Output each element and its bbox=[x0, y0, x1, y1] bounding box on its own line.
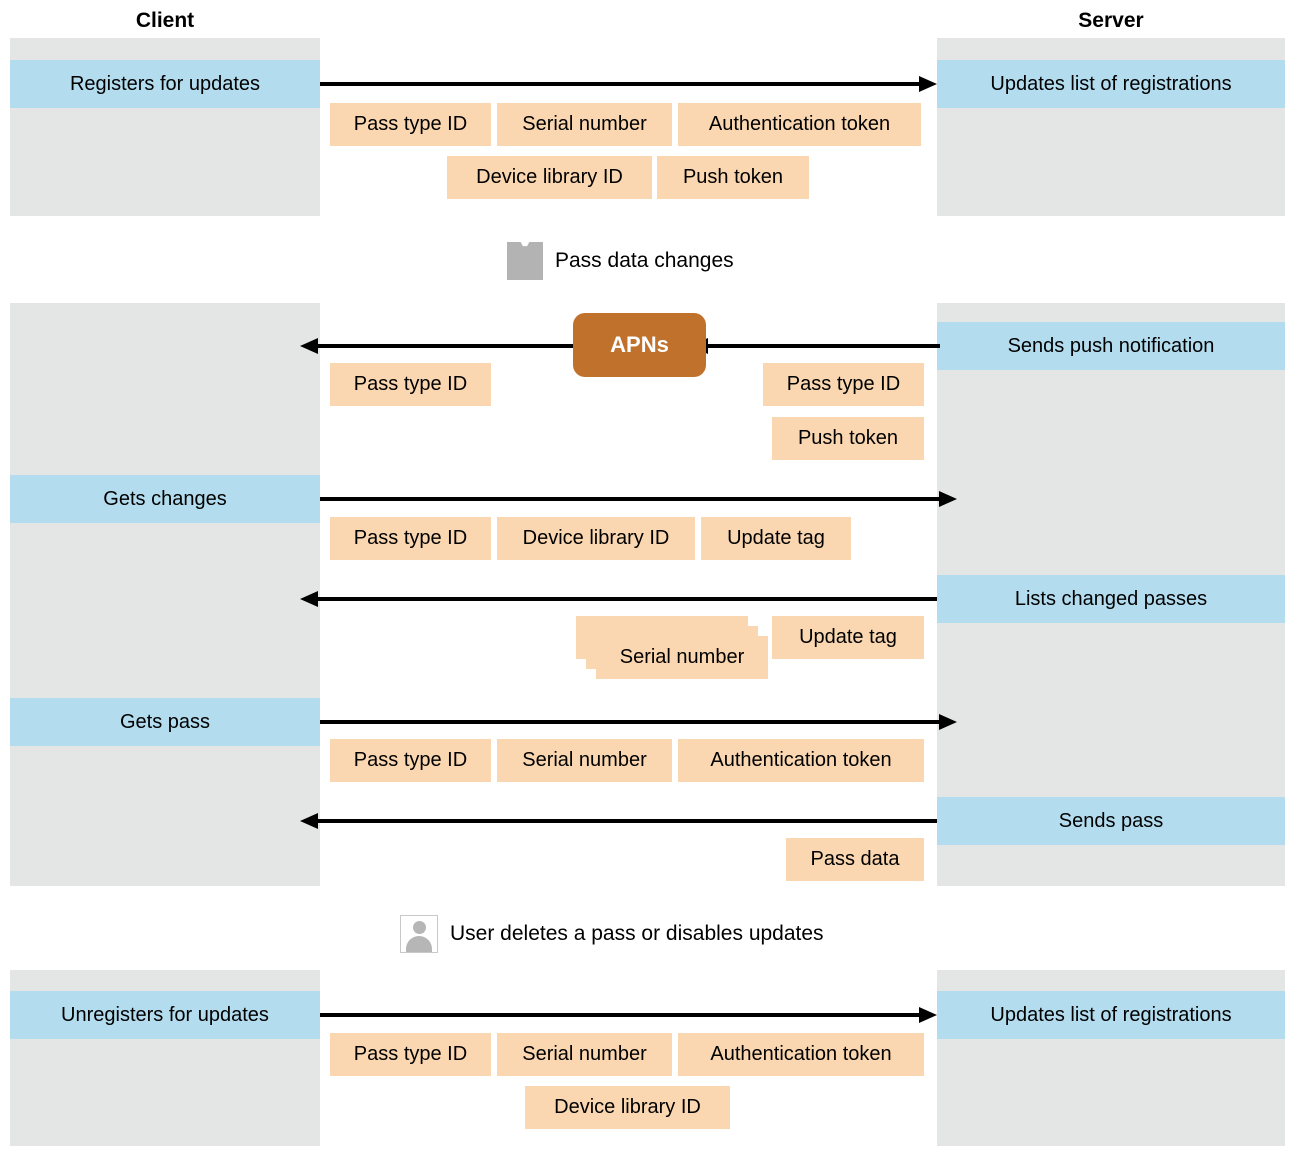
user-icon bbox=[400, 915, 438, 953]
payload-tag: Serial number bbox=[497, 103, 672, 146]
client-action-unregisters-for-updates: Unregisters for updates bbox=[10, 991, 320, 1039]
apns-node: APNs bbox=[573, 313, 706, 377]
payload-tag: Pass data bbox=[786, 838, 924, 881]
payload-tag: Update tag bbox=[772, 616, 924, 659]
payload-tag: Authentication token bbox=[678, 103, 921, 146]
payload-tag: Authentication token bbox=[678, 739, 924, 782]
event-label: User deletes a pass or disables updates bbox=[450, 922, 824, 945]
event-label: Pass data changes bbox=[555, 249, 734, 272]
server-action-sends-push-notification: Sends push notification bbox=[937, 322, 1285, 370]
server-action-updates-list-of-registrations: Updates list of registrations bbox=[937, 60, 1285, 108]
server-action-lists-changed-passes: Lists changed passes bbox=[937, 575, 1285, 623]
payload-tag: Device library ID bbox=[447, 156, 652, 199]
payload-tag: Device library ID bbox=[525, 1086, 730, 1129]
arrow-server-to-apns bbox=[690, 336, 940, 356]
server-column-title: Server bbox=[1078, 9, 1144, 32]
arrow-send-pass-response bbox=[300, 811, 937, 831]
client-column-title: Client bbox=[135, 9, 195, 32]
pass-icon bbox=[507, 242, 543, 280]
payload-tag: Push token bbox=[772, 417, 924, 460]
sequence-diagram: Client Server Registers for updates Upda… bbox=[0, 0, 1299, 1156]
payload-tag: Pass type ID bbox=[763, 363, 924, 406]
payload-tag: Pass type ID bbox=[330, 517, 491, 560]
client-action-registers-for-updates: Registers for updates bbox=[10, 60, 320, 108]
payload-tag: Push token bbox=[657, 156, 809, 199]
payload-tag: Serial number bbox=[497, 739, 672, 782]
arrow-register-request bbox=[320, 74, 937, 94]
arrow-get-pass-request bbox=[320, 712, 957, 732]
arrow-apns-to-client bbox=[300, 336, 590, 356]
payload-tag: Device library ID bbox=[497, 517, 695, 560]
event-user-deletes-pass: User deletes a pass or disables updates bbox=[400, 915, 824, 953]
payload-tag: Update tag bbox=[701, 517, 851, 560]
event-pass-data-changes: Pass data changes bbox=[507, 242, 734, 280]
arrow-list-changed-passes-response bbox=[300, 589, 937, 609]
payload-tag: Pass type ID bbox=[330, 363, 491, 406]
payload-tag: Serial number bbox=[596, 636, 768, 679]
client-action-gets-changes: Gets changes bbox=[10, 475, 320, 523]
payload-tag-stack: Serial number bbox=[576, 616, 768, 679]
arrow-get-changes-request bbox=[320, 489, 957, 509]
payload-tag: Pass type ID bbox=[330, 1033, 491, 1076]
payload-tag: Pass type ID bbox=[330, 103, 491, 146]
payload-tag: Pass type ID bbox=[330, 739, 491, 782]
server-action-updates-list-of-registrations: Updates list of registrations bbox=[937, 991, 1285, 1039]
arrow-unregister-request bbox=[320, 1005, 937, 1025]
payload-tag: Authentication token bbox=[678, 1033, 924, 1076]
client-lane-update bbox=[10, 303, 320, 886]
client-action-gets-pass: Gets pass bbox=[10, 698, 320, 746]
payload-tag: Serial number bbox=[497, 1033, 672, 1076]
server-action-sends-pass: Sends pass bbox=[937, 797, 1285, 845]
